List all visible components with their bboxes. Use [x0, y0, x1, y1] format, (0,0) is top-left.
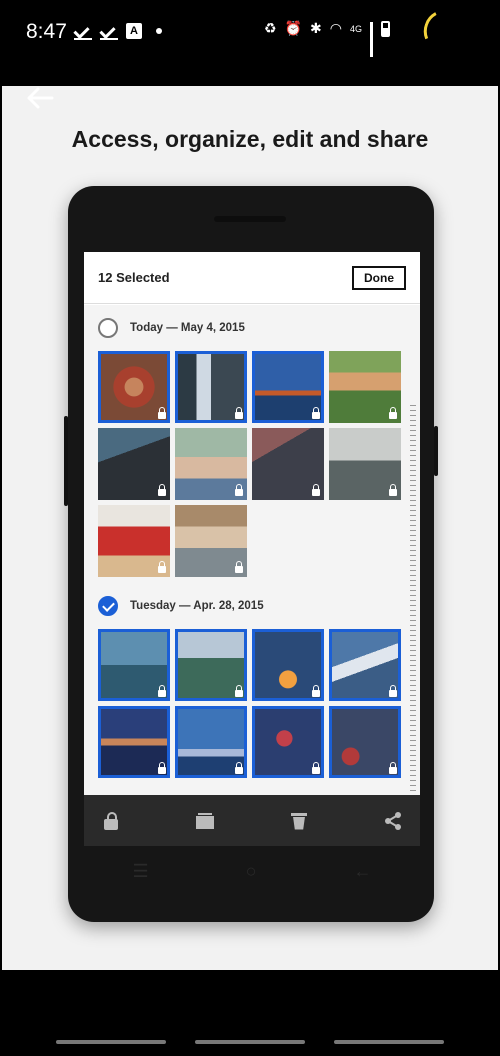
notification-icons: A: [74, 22, 162, 40]
recents-gesture[interactable]: [56, 1040, 166, 1044]
photo-thumb[interactable]: [329, 428, 401, 500]
alarm-icon: ⏰: [284, 20, 302, 36]
phone-screen: 12 Selected Done Today — May 4, 2015 Tue…: [84, 252, 420, 846]
signal-icon: [369, 21, 373, 57]
loading-indicator-icon: [418, 5, 466, 55]
photo-thumb[interactable]: [252, 428, 324, 500]
check-done-icon: [100, 22, 118, 40]
photo-thumb[interactable]: [175, 428, 247, 500]
photo-thumb[interactable]: [98, 505, 170, 577]
section-select-circle[interactable]: [98, 318, 118, 338]
lock-icon: [158, 685, 166, 697]
back-arrow-icon[interactable]: [26, 86, 54, 110]
photo-thumb[interactable]: [175, 351, 247, 423]
section-header: Today — May 4, 2015: [84, 305, 420, 351]
back-icon: ←: [353, 860, 372, 881]
photo-thumb[interactable]: [175, 629, 247, 701]
photo-thumb[interactable]: [98, 629, 170, 701]
back-gesture[interactable]: [334, 1040, 444, 1044]
page-title: Access, organize, edit and share: [71, 126, 429, 152]
trash-icon[interactable]: [288, 810, 310, 832]
lock-icon: [312, 762, 320, 774]
bluetooth-icon: ✱: [310, 20, 322, 36]
lock-icon: [158, 561, 166, 573]
done-button[interactable]: Done: [352, 265, 406, 290]
lock-icon: [312, 407, 320, 419]
phone-side-button: [434, 426, 438, 476]
photo-thumb[interactable]: [252, 351, 324, 423]
photo-grid: [84, 629, 420, 778]
lock-icon: [235, 407, 243, 419]
dot-icon: [156, 28, 162, 34]
phone-side-button: [64, 416, 68, 506]
lock-icon: [312, 484, 320, 496]
album-icon[interactable]: [194, 810, 216, 832]
lock-icon: [235, 685, 243, 697]
photo-thumb[interactable]: [98, 706, 170, 778]
section-title: Today — May 4, 2015: [130, 322, 245, 334]
lock-icon[interactable]: [100, 810, 122, 832]
network-label: 4G: [349, 23, 362, 34]
lock-icon: [389, 685, 397, 697]
lock-icon: [312, 685, 320, 697]
phone-speaker: [214, 216, 286, 222]
status-bar: 8:47 A ♻ ⏰ ✱ ◠ 4G: [0, 0, 500, 66]
phone-softkeys: ☰ ○ ←: [84, 846, 420, 896]
selection-header: 12 Selected Done: [84, 252, 420, 304]
recycle-icon: ♻: [264, 20, 277, 36]
lock-icon: [389, 407, 397, 419]
lock-icon: [389, 484, 397, 496]
photo-thumb[interactable]: [252, 629, 324, 701]
menu-icon: ☰: [132, 860, 149, 881]
fast-scroll-rail[interactable]: [410, 405, 416, 795]
lock-icon: [235, 484, 243, 496]
photo-thumb[interactable]: [329, 706, 401, 778]
system-nav-bar: [0, 1040, 500, 1046]
photo-grid: [84, 351, 420, 577]
share-icon[interactable]: [382, 810, 404, 832]
lock-icon: [158, 407, 166, 419]
selected-count: 12 Selected: [98, 270, 170, 285]
lock-icon: [389, 762, 397, 774]
lock-icon: [158, 762, 166, 774]
photo-thumb[interactable]: [329, 351, 401, 423]
home-gesture[interactable]: [195, 1040, 305, 1044]
lock-icon: [235, 762, 243, 774]
system-icons: ♻ ⏰ ✱ ◠ 4G: [264, 20, 390, 57]
a-box-icon: A: [126, 23, 142, 39]
photo-thumb[interactable]: [175, 505, 247, 577]
lock-icon: [158, 484, 166, 496]
onboarding-screen: Access, organize, edit and share 12 Sele…: [2, 86, 498, 970]
section-select-circle[interactable]: [98, 596, 118, 616]
action-toolbar: [84, 795, 420, 846]
photo-thumb[interactable]: [98, 351, 170, 423]
clock: 8:47: [26, 20, 67, 43]
home-icon: ○: [245, 860, 257, 881]
battery-icon: [380, 20, 390, 37]
photo-list: Today — May 4, 2015 Tuesday — Apr. 28, 2…: [84, 305, 420, 795]
section-title: Tuesday — Apr. 28, 2015: [130, 600, 264, 612]
photo-thumb[interactable]: [329, 629, 401, 701]
photo-thumb[interactable]: [175, 706, 247, 778]
section-header: Tuesday — Apr. 28, 2015: [84, 583, 420, 629]
check-done-icon: [74, 22, 92, 40]
lock-icon: [235, 561, 243, 573]
wifi-icon: ◠: [329, 20, 342, 36]
phone-mockup: 12 Selected Done Today — May 4, 2015 Tue…: [64, 186, 438, 922]
photo-thumb[interactable]: [98, 428, 170, 500]
photo-thumb[interactable]: [252, 706, 324, 778]
